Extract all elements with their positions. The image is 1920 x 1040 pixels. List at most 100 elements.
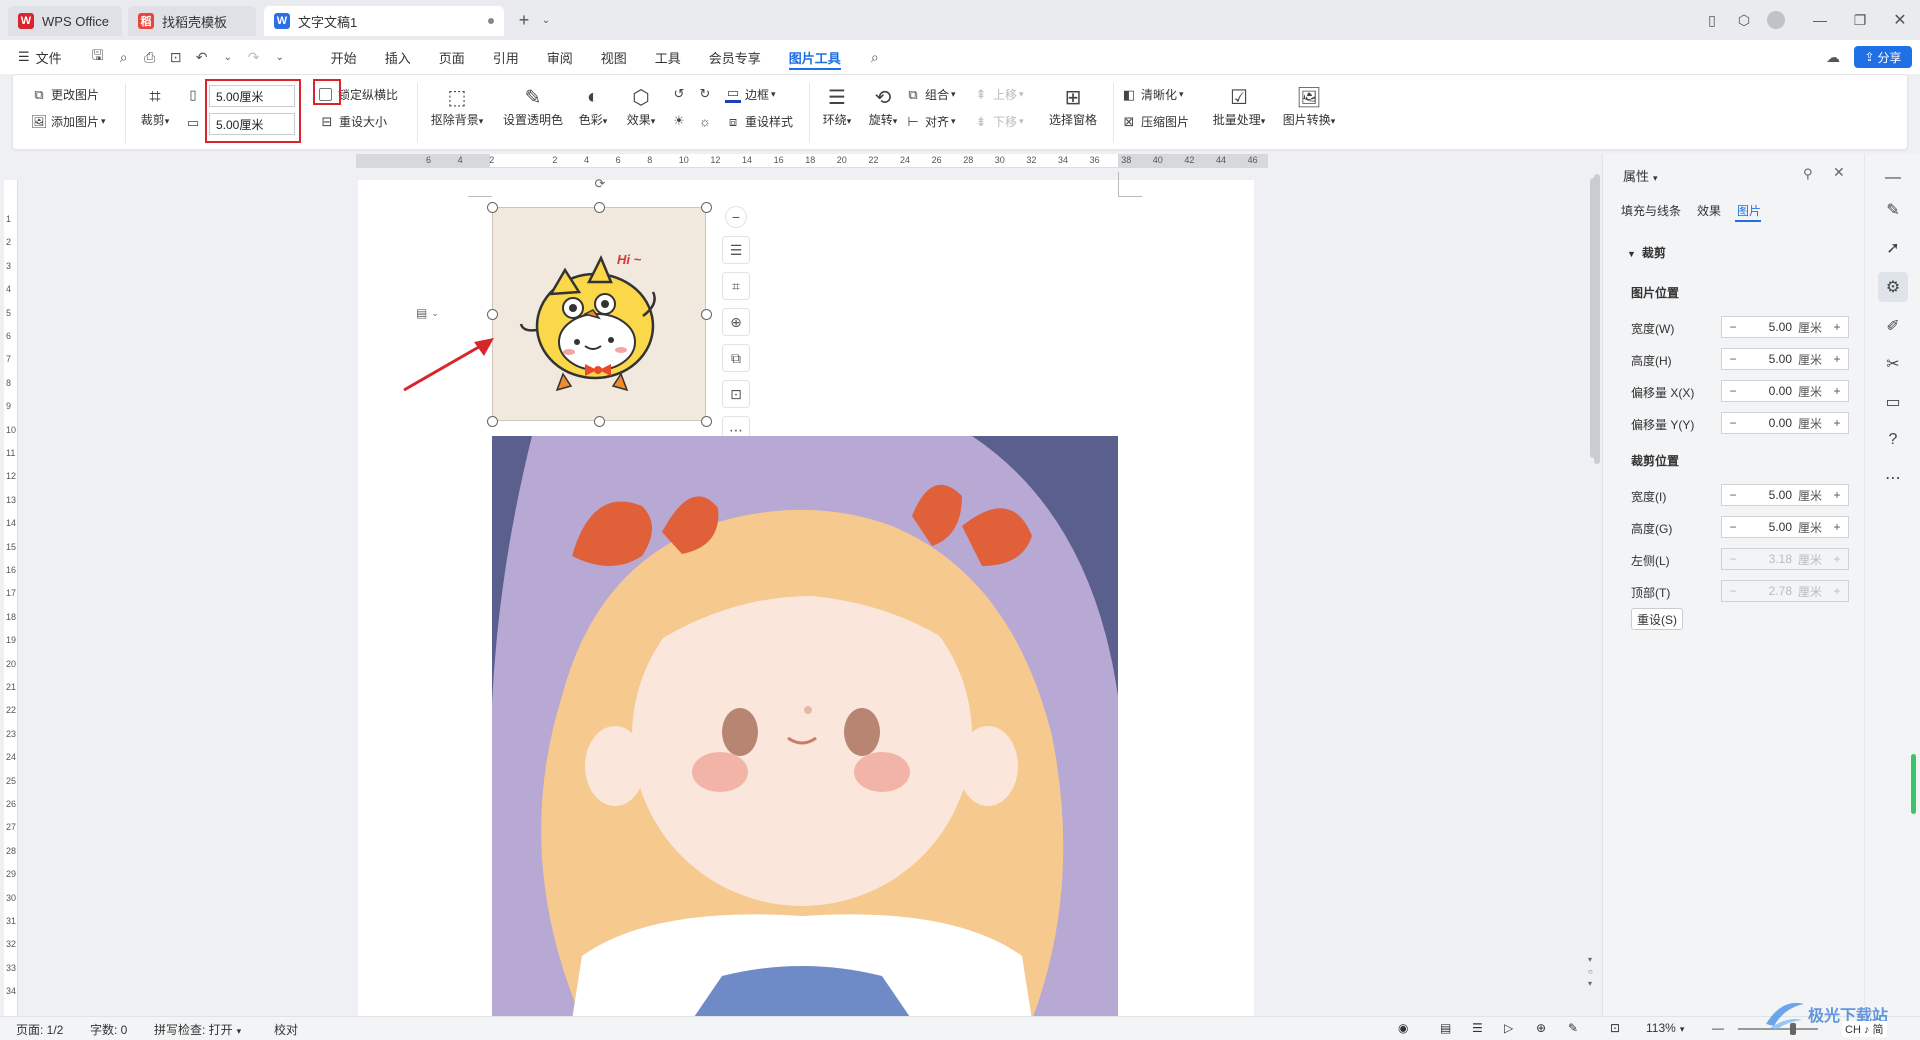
zoom-in-icon[interactable]: ⊕ — [722, 308, 750, 336]
rotate-button[interactable]: ⟲ 旋转▾ — [861, 83, 905, 128]
word-count[interactable]: 字数: 0 — [90, 1021, 127, 1038]
rotate-left-icon[interactable]: ↺ — [671, 86, 691, 102]
tab-docer[interactable]: 稻 找稻壳模板 — [128, 6, 256, 36]
value-stepper[interactable]: −5.00 厘米 + — [1721, 516, 1849, 538]
resize-handle-bottom-left[interactable] — [487, 416, 498, 427]
border-button[interactable]: ▭ 边框 ▾ — [725, 85, 776, 103]
share-button[interactable]: ⇪ 分享 — [1854, 46, 1912, 68]
effects-button[interactable]: ⬡ 效果▾ — [619, 83, 663, 128]
convert-button[interactable]: 🖼 图片转换▾ — [1279, 83, 1339, 128]
set-transparent-button[interactable]: ✎ 设置透明色 — [497, 83, 569, 128]
change-picture-button[interactable]: ⧉ 更改图片 — [31, 86, 99, 103]
menu-page[interactable]: 页面 — [425, 40, 479, 74]
stepper-value[interactable]: 5.00 — [1744, 520, 1798, 534]
extract-text-icon[interactable]: ⊡ — [722, 380, 750, 408]
menu-tools[interactable]: 工具 — [641, 40, 695, 74]
menu-references[interactable]: 引用 — [479, 40, 533, 74]
tools-icon[interactable]: ✂ — [1881, 352, 1905, 376]
panel-title[interactable]: 属性 ▾ — [1623, 166, 1658, 185]
resize-handle-bottom-right[interactable] — [701, 416, 712, 427]
decrement-icon[interactable]: − — [1722, 584, 1744, 598]
tab-wps-office[interactable]: W WPS Office — [8, 6, 122, 36]
stepper-value[interactable]: 0.00 — [1744, 384, 1798, 398]
decrement-icon[interactable]: − — [1722, 520, 1744, 534]
value-stepper[interactable]: −5.00 厘米 + — [1721, 316, 1849, 338]
panel-tab-fill-line[interactable]: 填充与线条 — [1621, 202, 1681, 219]
cloud-icon[interactable]: ☁ — [1823, 47, 1843, 67]
increment-icon[interactable]: + — [1826, 552, 1848, 566]
value-stepper[interactable]: −0.00 厘米 + — [1721, 380, 1849, 402]
crop-section-header[interactable]: ▼ 裁剪 — [1627, 244, 1666, 261]
print-preview-icon[interactable]: ⊡ — [166, 47, 186, 67]
increment-icon[interactable]: + — [1826, 488, 1848, 502]
brightness-down-icon[interactable]: ☼ — [697, 113, 717, 129]
new-tab-plus-icon[interactable]: + — [512, 8, 536, 32]
resize-handle-top[interactable] — [594, 202, 605, 213]
decrement-icon[interactable]: − — [1722, 352, 1744, 366]
selection-pane-button[interactable]: ⊞ 选择窗格 — [1043, 83, 1103, 128]
search-icon[interactable]: ⌕ — [865, 47, 885, 67]
increment-icon[interactable]: + — [1826, 416, 1848, 430]
close-icon[interactable]: ✕ — [1888, 8, 1912, 32]
increment-icon[interactable]: + — [1826, 520, 1848, 534]
wrap-button[interactable]: ☰ 环绕▾ — [815, 83, 859, 128]
zoom-level[interactable]: 113% ▾ — [1646, 1021, 1684, 1035]
book-icon[interactable]: ▭ — [1881, 390, 1905, 414]
layout-icon[interactable]: ▯ — [1700, 8, 1724, 32]
increment-icon[interactable]: + — [1826, 352, 1848, 366]
vertical-ruler[interactable]: 1 2 3 4 5 6 7 8 9 10 11 12 13 14 15 16 17 18 19 20 21 22 23 24 2… — [4, 180, 18, 1020]
menu-home[interactable]: 开始 — [317, 40, 371, 74]
value-stepper[interactable]: −2.78 厘米 + — [1721, 580, 1849, 602]
panel-tab-picture[interactable]: 图片 — [1737, 202, 1761, 219]
resize-handle-top-left[interactable] — [487, 202, 498, 213]
increment-icon[interactable]: + — [1826, 320, 1848, 334]
align-button[interactable]: ⊢ 对齐 ▾ — [905, 113, 955, 130]
decrement-icon[interactable]: − — [1722, 320, 1744, 334]
group-button[interactable]: ⧉ 组合 ▾ — [905, 86, 955, 103]
page-count[interactable]: 页面: 1/2 — [16, 1021, 63, 1038]
cube-icon[interactable]: ⬡ — [1732, 8, 1756, 32]
stepper-value[interactable]: 3.18 — [1744, 552, 1798, 566]
print-icon[interactable]: ⎙ — [140, 47, 160, 67]
pen-icon[interactable]: ✎ — [1881, 198, 1905, 222]
select-arrow-icon[interactable]: ➚ — [1881, 236, 1905, 260]
color-button[interactable]: ◐ 色彩▾ — [571, 83, 615, 128]
decrement-icon[interactable]: − — [1722, 384, 1744, 398]
reset-crop-button[interactable]: 重设(S) — [1631, 608, 1683, 630]
panel-tab-effects[interactable]: 效果 — [1697, 202, 1721, 219]
scroll-indicator[interactable] — [1911, 754, 1916, 814]
minimize-icon[interactable]: — — [1808, 8, 1832, 32]
send-backward-button[interactable]: ⇟ 下移 ▾ — [973, 113, 1024, 130]
replace-picture-icon[interactable]: ⧉ — [722, 344, 750, 372]
tab-document[interactable]: W 文字文稿1 — [264, 6, 504, 36]
menu-insert[interactable]: 插入 — [371, 40, 425, 74]
more-tools-icon[interactable]: ⋯ — [1881, 466, 1905, 490]
compress-button[interactable]: ⊠ 压缩图片 — [1121, 113, 1189, 130]
increment-icon[interactable]: + — [1826, 384, 1848, 398]
find-icon[interactable]: ⌕ — [114, 47, 134, 67]
collapse-toolbar-icon[interactable]: − — [725, 206, 747, 228]
crop-button[interactable]: ⌗ 裁剪▾ — [133, 83, 177, 128]
eye-protect-icon[interactable]: ◉ — [1398, 1021, 1408, 1035]
menu-view[interactable]: 视图 — [587, 40, 641, 74]
resize-handle-bottom[interactable] — [594, 416, 605, 427]
more-chevron-icon[interactable]: ⌄ — [270, 47, 290, 67]
resize-handle-right[interactable] — [701, 309, 712, 320]
bring-forward-button[interactable]: ⇞ 上移 ▾ — [973, 86, 1024, 103]
add-picture-button[interactable]: 🖼 添加图片 ▾ — [31, 113, 106, 130]
selected-picture[interactable]: Hi ~ — [492, 207, 706, 421]
spell-check-toggle[interactable]: 拼写检查: 打开 ▾ — [154, 1021, 241, 1038]
remove-background-button[interactable]: ⬚ 抠除背景▾ — [427, 83, 487, 128]
zoom-out-icon[interactable]: — — [1712, 1021, 1724, 1035]
resize-handle-left[interactable] — [487, 309, 498, 320]
collapse-strip-icon[interactable]: — — [1881, 166, 1905, 190]
value-stepper[interactable]: −3.18 厘米 + — [1721, 548, 1849, 570]
undo-chevron-icon[interactable]: ⌄ — [218, 47, 238, 67]
stepper-value[interactable]: 2.78 — [1744, 584, 1798, 598]
decrement-icon[interactable]: − — [1722, 416, 1744, 430]
page-view-icon[interactable]: ▤ — [1440, 1021, 1451, 1035]
ime-indicator[interactable]: CH ♪ 简 — [1842, 1021, 1887, 1037]
rotate-right-icon[interactable]: ↻ — [697, 86, 717, 102]
fit-page-icon[interactable]: ⊡ — [1610, 1021, 1620, 1035]
outline-view-icon[interactable]: ☰ — [1472, 1021, 1483, 1035]
